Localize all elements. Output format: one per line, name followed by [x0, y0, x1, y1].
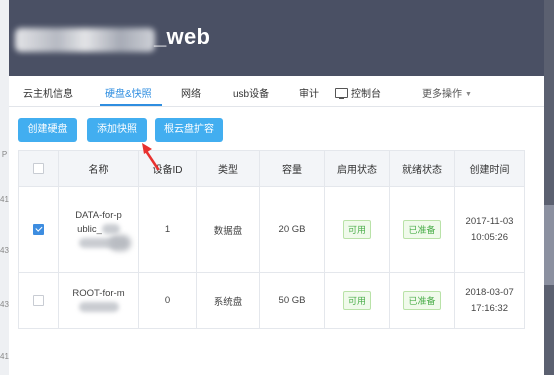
tab-more-actions-label: 更多操作 — [422, 89, 462, 100]
disk-name-cell: DATA-for-p ublic_ — [58, 186, 139, 273]
enabled-status-cell: 可用 — [324, 272, 390, 329]
created-time-cell: 2017-11-03 10:05:26 — [454, 186, 525, 273]
table-row[interactable]: DATA-for-p ublic_ 1 数据盘 20 GB 可用 已准备 201… — [18, 186, 525, 273]
tab-usb-devices[interactable]: usb设备 — [233, 85, 269, 100]
column-header-enabled-status: 启用状态 — [324, 150, 390, 187]
background-row-number: 43 — [0, 246, 9, 255]
add-snapshot-button[interactable]: 添加快照 — [87, 118, 147, 142]
tab-console-label: 控制台 — [351, 89, 381, 100]
disk-name-line — [59, 301, 138, 315]
status-badge: 已准备 — [403, 291, 441, 310]
create-disk-button[interactable]: 创建硬盘 — [18, 118, 77, 142]
created-time: 10:05:26 — [471, 231, 508, 243]
dialog-header: _web — [9, 0, 544, 76]
disk-name-line: DATA-for-p — [75, 209, 122, 221]
column-header-capacity: 容量 — [259, 150, 325, 187]
disk-name-line: ublic_ — [59, 223, 138, 237]
caret-down-icon: ▼ — [465, 91, 472, 98]
expand-root-disk-button[interactable]: 根云盘扩容 — [155, 118, 223, 142]
disk-type-cell: 数据盘 — [196, 186, 260, 273]
row-select-cell[interactable] — [18, 272, 59, 329]
status-badge: 可用 — [342, 291, 371, 310]
row-checkbox[interactable] — [33, 294, 44, 306]
redacted-text — [78, 301, 119, 312]
background-row-number: 41 — [0, 352, 9, 361]
status-badge: 已准备 — [403, 220, 441, 239]
row-select-cell[interactable] — [18, 186, 59, 273]
capacity-cell: 20 GB — [259, 186, 325, 273]
row-checkbox-checked[interactable] — [33, 223, 44, 235]
tab-audit[interactable]: 审计 — [299, 85, 319, 100]
monitor-icon — [335, 88, 348, 99]
ready-status-cell: 已准备 — [389, 272, 455, 329]
created-date: 2018-03-07 — [465, 286, 514, 298]
enabled-status-cell: 可用 — [324, 186, 390, 273]
background-row-number: 43 — [0, 300, 9, 309]
disk-name-cell: ROOT-for-m — [58, 272, 139, 329]
background-page-strip-right — [544, 0, 554, 375]
disk-name-fragment: ublic_ — [77, 223, 102, 235]
table-row[interactable]: ROOT-for-m 0 系统盘 50 GB 可用 已准备 2018-03-07… — [18, 272, 525, 329]
table-header-row: 名称 设备ID 类型 容量 启用状态 就绪状态 创建时间 — [18, 150, 525, 187]
redacted-vm-name — [15, 28, 155, 52]
device-id-cell: 1 — [138, 186, 197, 273]
column-header-type: 类型 — [196, 150, 260, 187]
vm-detail-dialog: _web 云主机信息 硬盘&快照 网络 usb设备 审计 控制台 更多操作 ▼ 创… — [9, 0, 544, 375]
tab-network[interactable]: 网络 — [181, 85, 201, 100]
dialog-title: _web — [154, 24, 211, 49]
column-header-ready-status: 就绪状态 — [389, 150, 455, 187]
column-header-name: 名称 — [58, 150, 139, 187]
tab-vm-info[interactable]: 云主机信息 — [23, 85, 73, 100]
select-all-checkbox[interactable] — [33, 162, 44, 174]
disk-name-line: ROOT-for-m — [72, 287, 125, 299]
disk-type-cell: 系统盘 — [196, 272, 260, 329]
status-badge: 可用 — [342, 220, 371, 239]
created-time-cell: 2018-03-07 17:16:32 — [454, 272, 525, 329]
tab-disks-snapshots[interactable]: 硬盘&快照 — [105, 85, 152, 100]
column-header-created-time: 创建时间 — [454, 150, 525, 187]
capacity-cell: 50 GB — [259, 272, 325, 329]
red-arrow-icon — [142, 143, 160, 171]
redacted-text — [101, 223, 120, 234]
background-highlight — [544, 205, 554, 285]
tab-more-actions[interactable]: 更多操作 ▼ — [422, 85, 472, 100]
background-row-number: 41 — [0, 195, 9, 204]
created-time: 17:16:32 — [471, 302, 508, 314]
select-all-header[interactable] — [18, 150, 59, 187]
created-date: 2017-11-03 — [465, 215, 514, 227]
tab-console[interactable]: 控制台 — [335, 85, 381, 100]
active-tab-indicator — [100, 104, 162, 106]
ready-status-cell: 已准备 — [389, 186, 455, 273]
disk-table: 名称 设备ID 类型 容量 启用状态 就绪状态 创建时间 DATA-for-p … — [18, 150, 525, 329]
redacted-blob — [109, 235, 131, 251]
device-id-cell: 0 — [138, 272, 197, 329]
tab-bar: 云主机信息 硬盘&快照 网络 usb设备 审计 控制台 更多操作 ▼ — [9, 76, 544, 107]
background-row-number: P — [1, 150, 8, 159]
